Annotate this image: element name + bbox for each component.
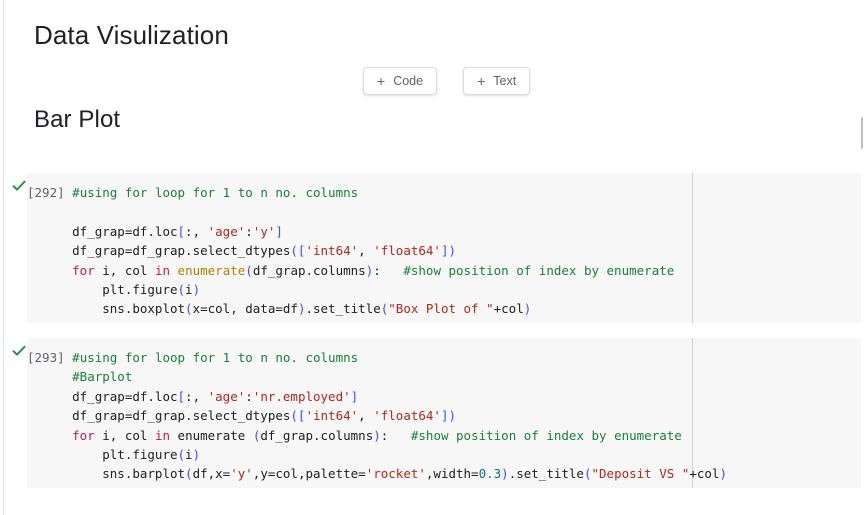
- page-title: Data Visulization: [34, 20, 229, 50]
- plus-icon: +: [477, 73, 486, 89]
- execution-count: [293]: [27, 350, 65, 365]
- code-cell[interactable]: [293] #using for loop for 1 to n no. col…: [4, 338, 861, 488]
- add-text-button[interactable]: + Text: [463, 67, 531, 95]
- add-text-label: Text: [493, 74, 517, 88]
- check-icon: [12, 179, 26, 193]
- vertical-scrollbar[interactable]: [861, 0, 865, 515]
- code-cell-source[interactable]: [292] #using for loop for 1 to n no. col…: [27, 173, 861, 323]
- add-cell-toolbar: + Code + Text: [363, 67, 531, 95]
- section-heading-bar-plot: Bar Plot: [34, 106, 121, 133]
- execution-count: [292]: [27, 185, 65, 200]
- code-comment: #using for loop for 1 to n no. columns: [72, 185, 359, 200]
- code-comment: #using for loop for 1 to n no. columns: [72, 350, 359, 365]
- add-code-label: Code: [393, 74, 424, 88]
- code-cell-body[interactable]: [293] #using for loop for 1 to n no. col…: [27, 338, 861, 488]
- notebook-scroll-area: Data Visulization + Code + Text Bar Plot…: [4, 0, 861, 515]
- code-cell[interactable]: [292] #using for loop for 1 to n no. col…: [4, 173, 861, 323]
- add-code-button[interactable]: + Code: [363, 67, 438, 95]
- code-cell-body[interactable]: [292] #using for loop for 1 to n no. col…: [27, 173, 861, 323]
- check-icon: [12, 344, 26, 358]
- plus-icon: +: [377, 73, 386, 89]
- code-cell-source[interactable]: [293] #using for loop for 1 to n no. col…: [27, 338, 861, 488]
- scrollbar-thumb[interactable]: [861, 117, 863, 149]
